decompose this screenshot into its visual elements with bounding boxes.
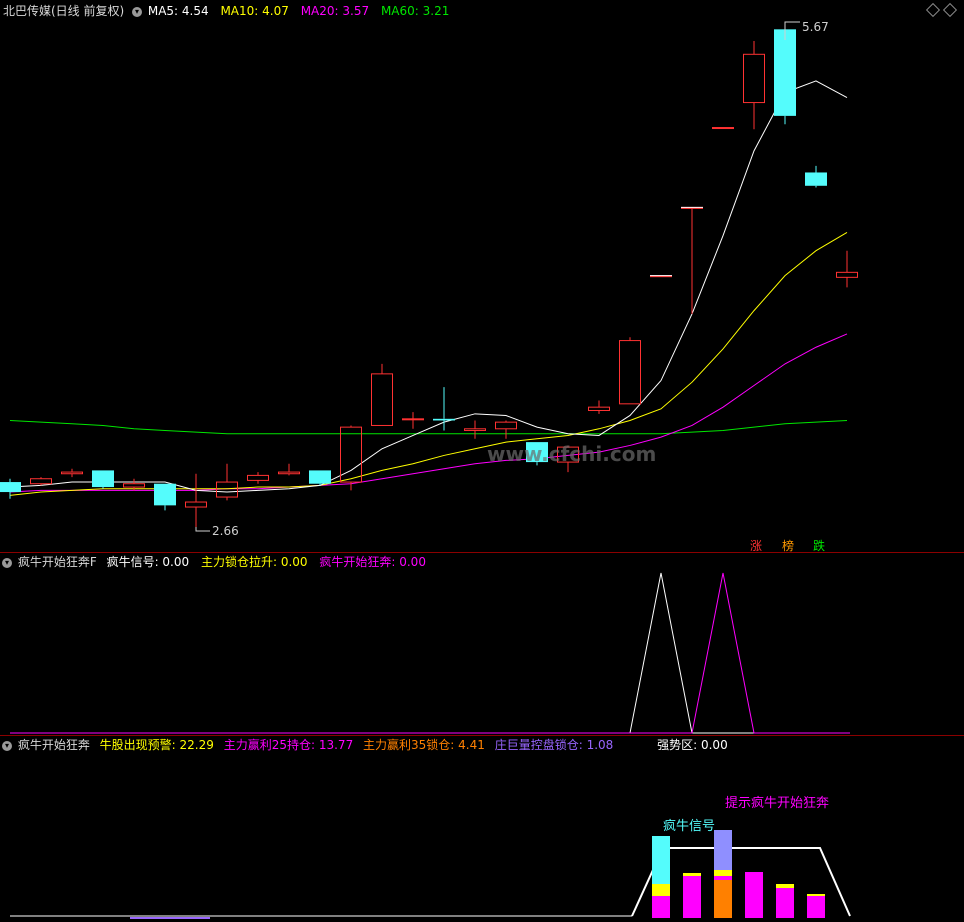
signal-label: 疯牛信号 (663, 819, 716, 834)
indicator-bar (714, 830, 732, 870)
candlestick-chart[interactable] (0, 0, 964, 552)
candle-body (30, 478, 52, 485)
candle-body (123, 483, 145, 488)
watermark: www.cfchi.com (487, 442, 657, 466)
hint-label: 提示疯牛开始狂奔 (725, 796, 830, 811)
candle-body (464, 428, 486, 431)
candle-body (92, 470, 114, 488)
arrow-left-icon (195, 527, 210, 532)
candle-body (805, 172, 827, 186)
candle-body (0, 482, 21, 493)
ma10-line (9, 231, 848, 496)
indicator1-chart[interactable] (0, 553, 964, 735)
candle-body (588, 406, 610, 411)
low-price-label: 2.66 (212, 524, 239, 538)
indicator-bar (807, 894, 825, 896)
indicator2-chart[interactable] (0, 736, 964, 922)
ma60-line (9, 419, 848, 435)
indicator-bar (652, 884, 670, 896)
indicator-bar (745, 872, 763, 918)
candle-body (619, 340, 641, 405)
run-line (10, 572, 847, 734)
indicator-bar (714, 870, 732, 876)
ma20-line (9, 333, 848, 493)
candle-body (402, 418, 424, 421)
candle-body (309, 470, 331, 484)
indicator-bar (776, 884, 794, 888)
candle-body (247, 474, 269, 481)
candle-body (185, 501, 207, 508)
candle-body (278, 471, 300, 475)
indicator-bar (683, 876, 701, 918)
high-price-label: 5.67 (802, 20, 829, 34)
indicator-bar (714, 880, 732, 918)
candle-body (61, 471, 83, 475)
indicator-bar (714, 876, 732, 880)
candle-body (154, 483, 176, 506)
indicator-bar (652, 896, 670, 918)
candle-body (712, 127, 734, 130)
indicator-bar (652, 836, 670, 884)
candle-body (495, 421, 517, 430)
candle-body (371, 373, 393, 426)
candle-body (433, 418, 455, 421)
signal-line (10, 572, 847, 734)
candle-body (774, 29, 796, 116)
indicator-bar (683, 873, 701, 876)
indicator-bar (776, 888, 794, 918)
candle-body (743, 53, 765, 104)
candle-body (836, 271, 858, 278)
indicator-bar (807, 896, 825, 918)
